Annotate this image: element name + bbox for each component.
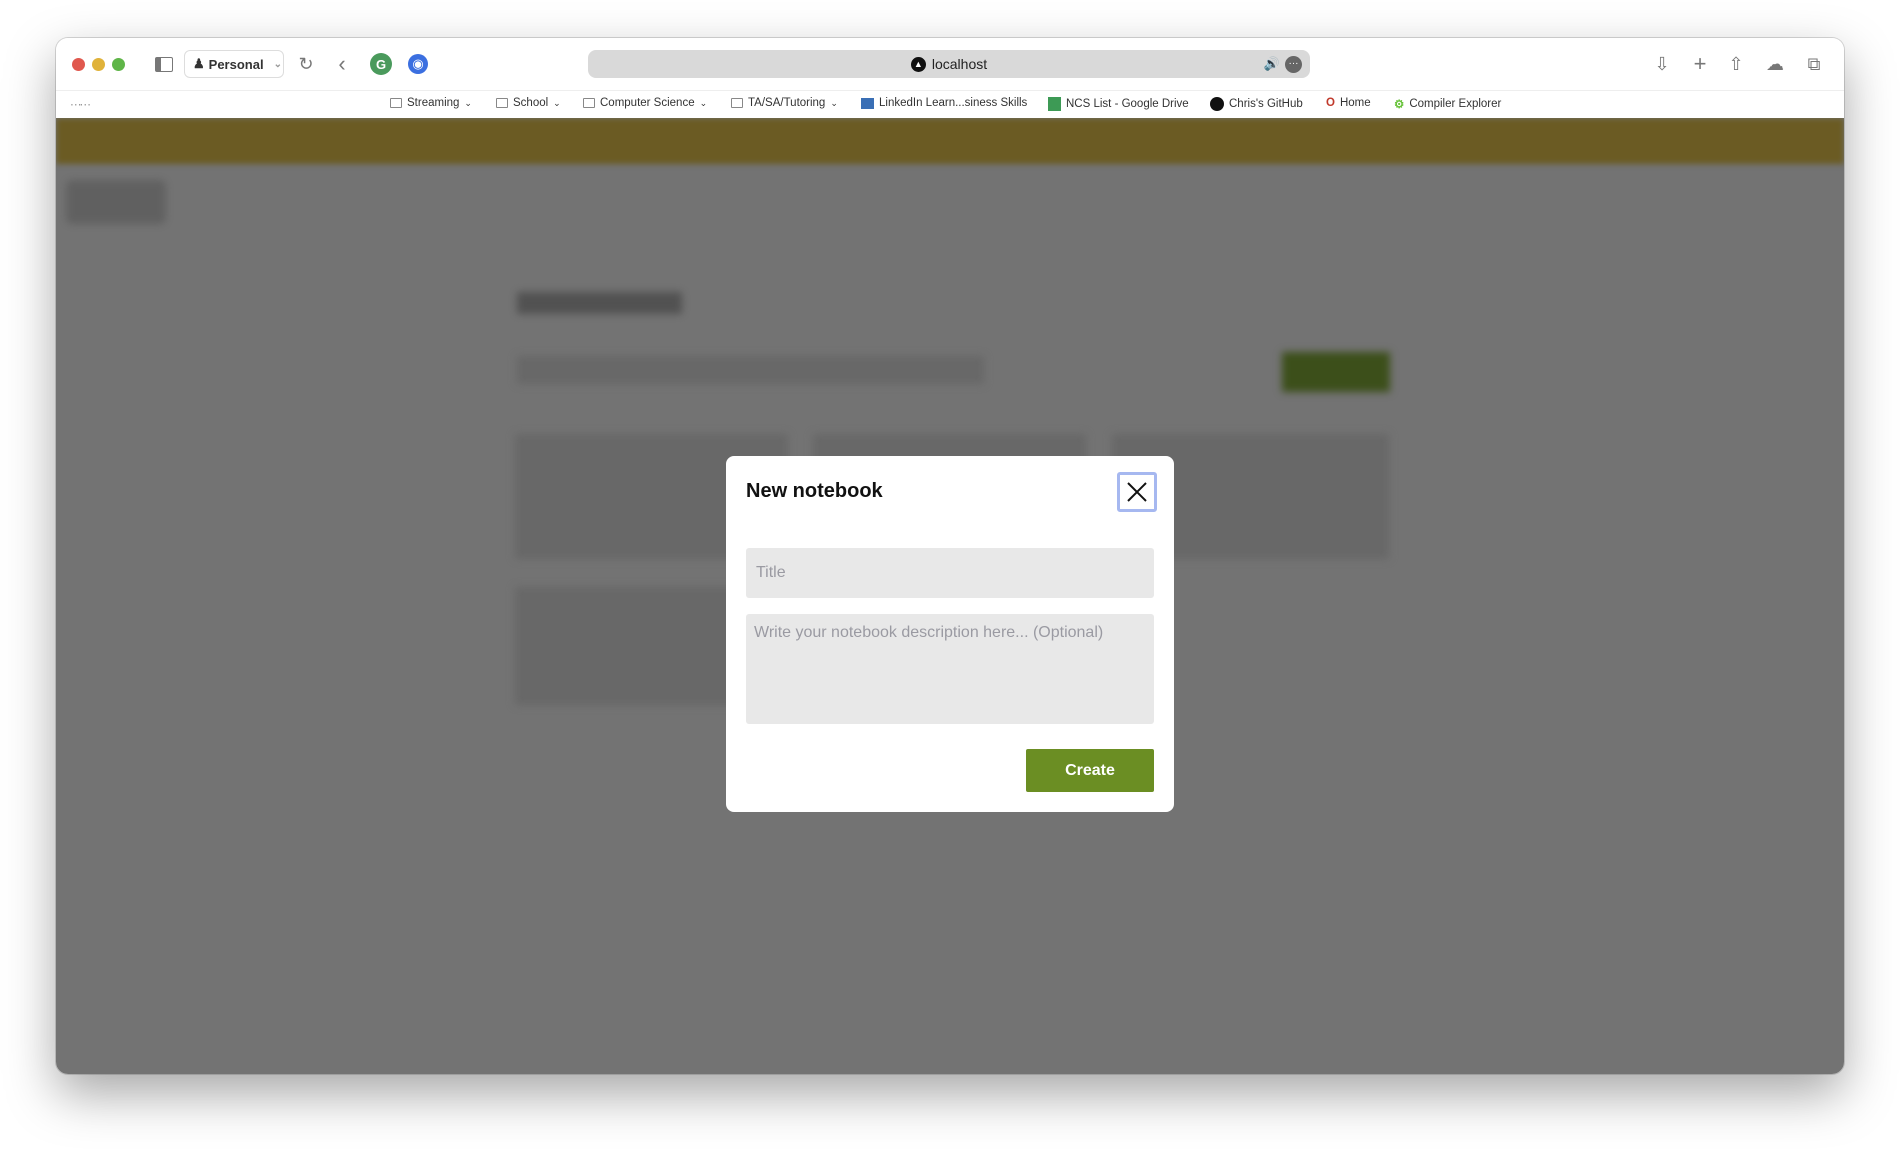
bookmark-github[interactable]: Chris's GitHub <box>1210 97 1303 111</box>
browser-window: ♟ Personal ⌄ ↻ ‹ G ◉ ▲ localhost 🔊 ··· ⇩… <box>56 38 1844 1074</box>
back-icon[interactable]: ‹ <box>330 51 354 76</box>
profile-selector[interactable]: ♟ Personal ⌄ <box>184 50 284 78</box>
bookmark-home[interactable]: O Home <box>1326 97 1371 109</box>
maximize-window-button[interactable] <box>112 58 125 71</box>
apps-grid-icon[interactable]: ⋯⋯ <box>70 97 91 111</box>
bookmark-ncs-list[interactable]: NCS List - Google Drive <box>1048 97 1189 111</box>
browser-toolbar: ♟ Personal ⌄ ↻ ‹ G ◉ ▲ localhost 🔊 ··· ⇩… <box>56 38 1844 90</box>
chevron-down-icon: ⌄ <box>830 97 838 108</box>
home-site-icon: O <box>1326 97 1335 109</box>
page-content: New notebook Create <box>56 118 1844 1074</box>
chevron-down-icon: ⌄ <box>699 97 708 108</box>
chevron-down-icon: ⌄ <box>273 58 282 70</box>
person-icon: ♟ <box>193 56 205 71</box>
bookmark-folder-tutoring[interactable]: TA/SA/Tutoring ⌄ <box>731 97 838 109</box>
bookmark-folder-school[interactable]: School ⌄ <box>496 97 561 109</box>
downloads-icon[interactable]: ⇩ <box>1650 52 1674 76</box>
folder-icon <box>496 98 508 108</box>
minimize-window-button[interactable] <box>92 58 105 71</box>
more-options-icon[interactable]: ··· <box>1285 55 1302 73</box>
chevron-down-icon: ⌄ <box>464 97 472 108</box>
icloud-tabs-icon[interactable]: ☁ <box>1762 52 1788 76</box>
linkedin-learning-icon <box>861 97 874 109</box>
globe-extension-icon[interactable]: ◉ <box>408 54 428 74</box>
address-bar[interactable]: ▲ localhost 🔊 ··· <box>588 50 1310 78</box>
tab-overview-icon[interactable]: ⧉ <box>1802 52 1826 76</box>
audio-playing-icon[interactable]: 🔊 <box>1264 56 1280 72</box>
bookmark-compiler-explorer[interactable]: ⚙ Compiler Explorer <box>1394 97 1501 111</box>
site-icon: ▲ <box>910 56 926 72</box>
github-icon <box>1210 97 1224 111</box>
folder-icon <box>583 98 595 108</box>
bookmarks-bar: ⋯⋯ Streaming ⌄ School ⌄ Computer Science ⌄ … <box>56 90 1844 118</box>
reload-icon[interactable]: ↻ <box>294 52 318 76</box>
folder-icon <box>731 98 743 108</box>
description-textarea[interactable] <box>746 614 1154 724</box>
grammarly-extension-icon[interactable]: G <box>370 53 392 75</box>
new-notebook-dialog: New notebook Create <box>726 456 1174 812</box>
new-tab-icon[interactable]: + <box>1688 51 1712 76</box>
bookmark-folder-computer-science[interactable]: Computer Science ⌄ <box>583 97 707 109</box>
title-input[interactable] <box>746 548 1154 598</box>
bookmark-folder-streaming[interactable]: Streaming ⌄ <box>390 97 472 109</box>
close-window-button[interactable] <box>72 58 85 71</box>
share-icon[interactable]: ⇧ <box>1724 52 1748 76</box>
sidebar-toggle-icon[interactable] <box>152 52 176 76</box>
close-dialog-button[interactable] <box>1117 472 1157 512</box>
create-button[interactable]: Create <box>1026 749 1154 792</box>
folder-icon <box>390 98 402 108</box>
close-icon <box>1127 482 1147 502</box>
compiler-explorer-icon: ⚙ <box>1394 99 1405 111</box>
dialog-title: New notebook <box>746 480 883 502</box>
google-sheets-icon <box>1048 97 1061 111</box>
chevron-down-icon: ⌄ <box>553 97 561 108</box>
bookmark-linkedin-learning[interactable]: LinkedIn Learn...siness Skills <box>861 97 1027 109</box>
